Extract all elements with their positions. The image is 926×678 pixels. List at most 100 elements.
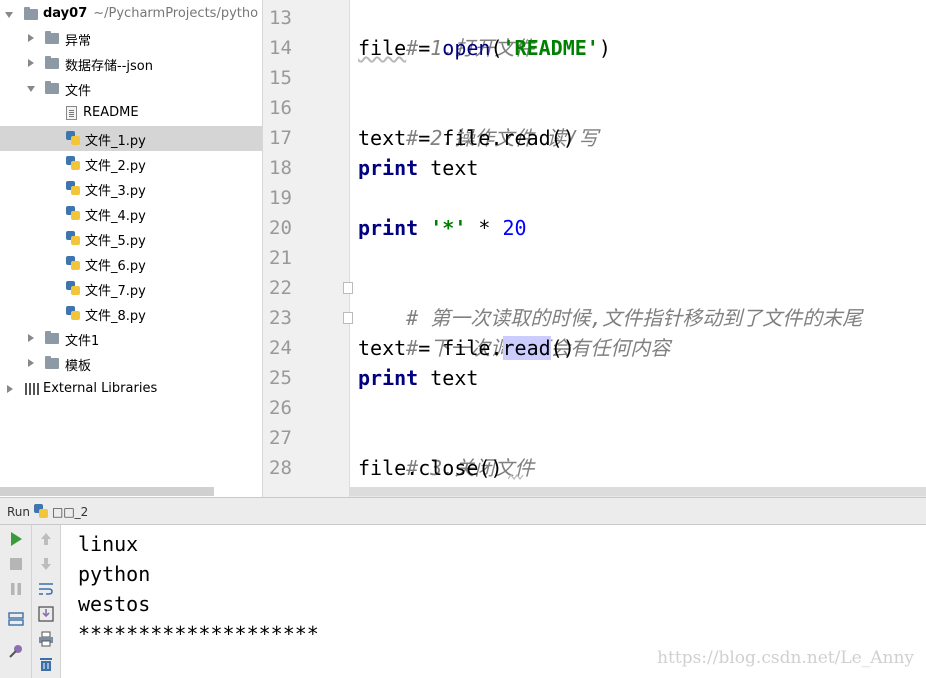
line-number: 17 [269, 127, 292, 149]
console-line: westos [78, 592, 151, 616]
tree-item-external-libraries[interactable]: External Libraries [0, 377, 262, 402]
chevron-right-icon[interactable] [28, 359, 34, 367]
pause-icon[interactable] [8, 581, 24, 597]
line-number: 23 [269, 307, 292, 329]
chevron-right-icon[interactable] [28, 34, 34, 42]
line-number: 15 [269, 67, 292, 89]
code-line-18: print text [358, 156, 479, 180]
tree-item-folder-files[interactable]: 文件 [0, 76, 262, 101]
root-path: ~/PycharmProjects/pytho [93, 6, 259, 21]
tree-item-label: 文件_2.py [85, 159, 146, 174]
usage-highlight: read [502, 336, 551, 360]
text-file-icon [66, 106, 77, 120]
line-number: 14 [269, 37, 292, 59]
tree-item-label: 文件_4.py [85, 209, 146, 224]
python-file-icon [66, 281, 80, 295]
code-line-25: print text [358, 366, 479, 390]
code-line-22: # 第一次读取的时候,文件指针移动到了文件的末尾 [406, 306, 863, 330]
tree-item-file-1-py[interactable]: 文件_1.py [0, 126, 262, 151]
code-line-17: text = file.read() [358, 126, 575, 150]
print-icon[interactable] [38, 631, 54, 647]
folder-icon [24, 7, 38, 20]
code-line-14: file = open('README') [358, 36, 611, 60]
tree-item-readme[interactable]: README [0, 101, 262, 126]
tree-item-label: 文件_5.py [85, 234, 146, 249]
line-number: 16 [269, 97, 292, 119]
rerun-play-icon[interactable] [8, 531, 24, 547]
tree-item-file-7-py[interactable]: 文件_7.py [0, 276, 262, 301]
python-file-icon [66, 231, 80, 245]
run-panel-title: Run [7, 505, 31, 519]
tree-item-label: 文件_1.py [85, 134, 146, 149]
tree-item-folder-templates[interactable]: 模板 [0, 351, 262, 376]
root-name: day07 [43, 6, 88, 21]
code-line-28: file.close() [358, 456, 503, 480]
chevron-right-icon[interactable] [7, 385, 13, 393]
tree-item-file-6-py[interactable]: 文件_6.py [0, 251, 262, 276]
fold-marker-icon[interactable] [343, 282, 353, 294]
console-line: ******************** [78, 622, 319, 646]
run-panel-header: Run □□_2 [0, 497, 926, 525]
python-file-icon [66, 206, 80, 220]
pin-icon[interactable] [8, 643, 24, 659]
chevron-down-icon[interactable] [27, 86, 35, 92]
tree-item-file-3-py[interactable]: 文件_3.py [0, 176, 262, 201]
code-line-16: # 2.操作文件 读/写 [406, 126, 599, 150]
stop-icon[interactable] [8, 556, 24, 572]
tree-item-label: 异常 [65, 34, 92, 49]
line-number: 19 [269, 187, 292, 209]
scroll-to-end-icon[interactable] [38, 606, 54, 622]
folder-icon [45, 31, 59, 44]
tree-item-file-5-py[interactable]: 文件_5.py [0, 226, 262, 251]
library-icon [25, 383, 39, 395]
run-toolbar-primary [0, 525, 32, 678]
line-number: 21 [269, 247, 292, 269]
chevron-right-icon[interactable] [28, 59, 34, 67]
python-file-icon [66, 256, 80, 270]
code-editor[interactable]: 13 14 15 16 17 18 19 20 21 22 23 24 25 2… [263, 0, 926, 497]
tree-item-file-4-py[interactable]: 文件_4.py [0, 201, 262, 226]
python-file-icon [66, 131, 80, 145]
code-line-23: # 下一次调用不会有任何内容 [406, 336, 670, 360]
python-file-icon [66, 306, 80, 320]
arrow-down-icon[interactable] [38, 556, 54, 572]
tree-item-file-8-py[interactable]: 文件_8.py [0, 301, 262, 326]
tree-item-label: 文件_6.py [85, 259, 146, 274]
arrow-up-icon[interactable] [38, 531, 54, 547]
tree-item-file-2-py[interactable]: 文件_2.py [0, 151, 262, 176]
line-number: 25 [269, 367, 292, 389]
code-line-13: # 1.打开文件 [406, 36, 535, 60]
tree-item-folder-exceptions[interactable]: 异常 [0, 26, 262, 51]
tree-item-folder-json[interactable]: 数据存储--json [0, 51, 262, 76]
line-number: 18 [269, 157, 292, 179]
folder-icon [45, 56, 59, 69]
chevron-down-icon[interactable] [5, 12, 13, 18]
fold-marker-icon[interactable] [343, 312, 353, 324]
layout-icon[interactable] [8, 611, 24, 627]
project-tool-window: day07 ~/PycharmProjects/pytho 异常 数据存储--js… [0, 0, 263, 497]
watermark-text: https://blog.csdn.net/Le_Anny [657, 648, 914, 668]
run-toolbar-secondary [32, 525, 61, 678]
code-line-24: text = file.read() [358, 336, 575, 360]
tree-item-label: 数据存储--json [65, 59, 153, 74]
folder-icon [45, 356, 59, 369]
run-config-tab[interactable]: □□_2 [52, 505, 88, 519]
python-file-icon [66, 156, 80, 170]
line-number: 13 [269, 7, 292, 29]
tree-root-day07[interactable]: day07 ~/PycharmProjects/pytho [0, 2, 262, 27]
tree-item-label: 文件1 [65, 334, 100, 349]
tree-item-folder-files1[interactable]: 文件1 [0, 326, 262, 351]
editor-horizontal-scrollbar[interactable] [350, 487, 926, 497]
console-line: python [78, 562, 151, 586]
console-line: linux [78, 532, 139, 556]
folder-icon [45, 331, 59, 344]
tree-item-label: 文件_7.py [85, 284, 146, 299]
line-number: 27 [269, 427, 292, 449]
trash-icon[interactable] [38, 656, 54, 672]
soft-wrap-icon[interactable] [38, 581, 54, 597]
folder-icon [45, 81, 59, 94]
scrollbar-thumb[interactable] [350, 487, 926, 496]
chevron-right-icon[interactable] [28, 334, 34, 342]
code-line-27: # 3.关闭文件 [406, 456, 535, 480]
tree-horizontal-scrollbar[interactable] [0, 487, 214, 496]
